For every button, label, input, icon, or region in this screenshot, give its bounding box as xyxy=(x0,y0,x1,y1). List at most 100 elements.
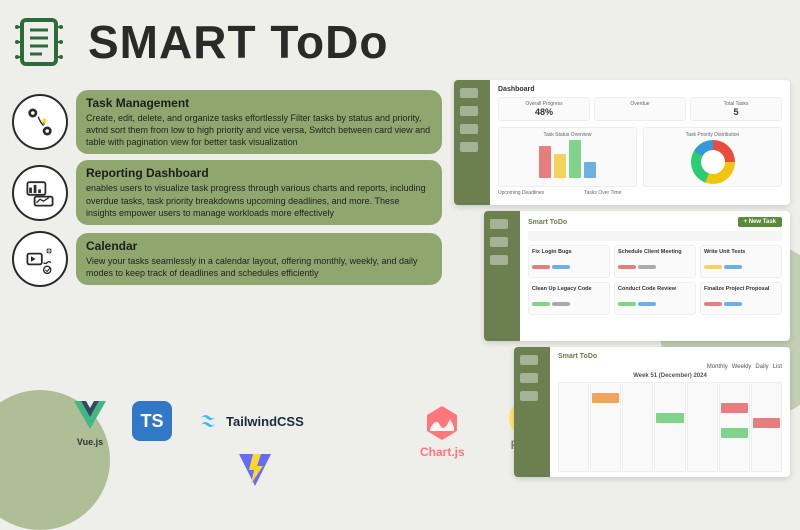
priority-pill xyxy=(704,265,722,269)
feature-reporting: Reporting Dashboard enables users to vis… xyxy=(12,160,442,224)
task-card: Write Unit Tests xyxy=(700,245,782,278)
cal-event xyxy=(592,393,619,403)
bar xyxy=(539,146,551,178)
tech-typescript: TS xyxy=(132,401,172,441)
sidebar-item xyxy=(460,124,478,134)
cal-week: Week 51 (December) 2024 xyxy=(633,373,707,379)
status-pill xyxy=(638,302,656,306)
cal-event xyxy=(753,418,780,428)
status-pill xyxy=(638,265,656,269)
feature-title: Task Management xyxy=(86,96,432,110)
sidebar-item xyxy=(520,391,538,401)
feature-title: Reporting Dashboard xyxy=(86,166,432,180)
task-title: Fix Login Bugs xyxy=(532,249,606,255)
task-card: Finalize Project Proposal xyxy=(700,282,782,315)
sidebar-item xyxy=(520,373,538,383)
mock-footer: Upcoming Deadlines xyxy=(498,190,544,196)
stat-value: 5 xyxy=(694,107,778,117)
tailwind-icon xyxy=(194,407,222,435)
app-logo-icon xyxy=(12,12,72,72)
app-title: SMART ToDo xyxy=(88,15,388,69)
sidebar-item xyxy=(520,355,538,365)
status-pill xyxy=(552,302,570,306)
task-card: Conduct Code Review xyxy=(614,282,696,315)
task-title: Write Unit Tests xyxy=(704,249,778,255)
cal-cell xyxy=(558,382,589,472)
sidebar-item xyxy=(460,106,478,116)
cal-cell xyxy=(654,382,685,472)
cal-cell xyxy=(590,382,621,472)
tech-label: TailwindCSS xyxy=(226,414,304,429)
tech-tailwind: TailwindCSS xyxy=(194,407,304,435)
bar xyxy=(569,140,581,178)
feature-list: 💡 Task Management Create, edit, delete, … xyxy=(12,90,442,287)
vite-icon xyxy=(235,448,275,488)
tech-label: Vue.js xyxy=(77,437,103,447)
calendar-icon xyxy=(12,231,68,287)
mockup-calendar: Smart ToDo . Monthly Weekly Daily List W… xyxy=(514,347,790,477)
mockup-dashboard: Dashboard Overall Progress48% Overdue To… xyxy=(454,80,790,205)
sidebar-item xyxy=(490,237,508,247)
mock-sidebar xyxy=(514,347,550,477)
feature-card: Reporting Dashboard enables users to vis… xyxy=(76,160,442,224)
ts-text: TS xyxy=(140,411,163,432)
mock-toolbar xyxy=(528,231,782,241)
feature-calendar: Calendar View your tasks seamlessly in a… xyxy=(12,231,442,287)
feature-task-management: 💡 Task Management Create, edit, delete, … xyxy=(12,90,442,154)
task-card: Fix Login Bugs xyxy=(528,245,610,278)
bar xyxy=(554,154,566,178)
sidebar-item xyxy=(460,142,478,152)
cal-event xyxy=(656,413,683,423)
sidebar-item xyxy=(460,88,478,98)
stat-card: Total Tasks5 xyxy=(690,97,782,121)
mock-title: Dashboard xyxy=(498,86,535,93)
tech-vite xyxy=(235,448,275,488)
task-management-icon: 💡 xyxy=(12,94,68,150)
mock-title: Smart ToDo xyxy=(558,353,597,360)
cal-tab: Monthly xyxy=(707,364,728,370)
stat-label: Overdue xyxy=(598,101,682,107)
cal-cell xyxy=(719,382,750,472)
chart-title: Task Priority Distribution xyxy=(648,132,777,138)
mock-sidebar xyxy=(484,211,520,341)
feature-card: Calendar View your tasks seamlessly in a… xyxy=(76,233,442,285)
cal-tab: Weekly xyxy=(732,364,752,370)
mockup-tasks: Smart ToDo + New Task Fix Login Bugs Sch… xyxy=(484,211,790,341)
cal-event xyxy=(721,403,748,413)
stat-card: Overall Progress48% xyxy=(498,97,590,121)
hero: SMART ToDo xyxy=(12,12,388,72)
cal-cell xyxy=(622,382,653,472)
tech-vue: Vue.js xyxy=(70,395,110,447)
cal-grid xyxy=(558,382,782,472)
status-pill xyxy=(552,265,570,269)
status-pill xyxy=(724,265,742,269)
donut-chart: Task Priority Distribution xyxy=(643,127,782,187)
priority-pill xyxy=(704,302,722,306)
sidebar-item xyxy=(490,219,508,229)
status-pill xyxy=(724,302,742,306)
bar xyxy=(584,162,596,178)
feature-card: Task Management Create, edit, delete, an… xyxy=(76,90,442,154)
task-card: Clean Up Legacy Code xyxy=(528,282,610,315)
cal-event xyxy=(721,428,748,438)
mock-sidebar xyxy=(454,80,490,205)
task-title: Clean Up Legacy Code xyxy=(532,286,606,292)
cal-header: . Monthly Weekly Daily List xyxy=(558,364,782,370)
feature-title: Calendar xyxy=(86,239,432,253)
stat-value: 48% xyxy=(502,107,586,117)
typescript-icon: TS xyxy=(132,401,172,441)
feature-desc: Create, edit, delete, and organize tasks… xyxy=(86,112,432,148)
mock-title: Smart ToDo xyxy=(528,219,567,226)
task-title: Schedule Client Meeting xyxy=(618,249,692,255)
mock-footer: Tasks Over Time xyxy=(584,190,621,196)
cal-cell xyxy=(687,382,718,472)
cal-cell xyxy=(751,382,782,472)
mockup-column: Dashboard Overall Progress48% Overdue To… xyxy=(454,80,790,477)
cal-tab: List xyxy=(773,364,782,370)
stat-card: Overdue xyxy=(594,97,686,121)
svg-text:💡: 💡 xyxy=(40,118,48,126)
task-title: Finalize Project Proposal xyxy=(704,286,778,292)
priority-pill xyxy=(532,265,550,269)
task-grid: Fix Login Bugs Schedule Client Meeting W… xyxy=(528,245,782,315)
feature-desc: View your tasks seamlessly in a calendar… xyxy=(86,255,432,279)
